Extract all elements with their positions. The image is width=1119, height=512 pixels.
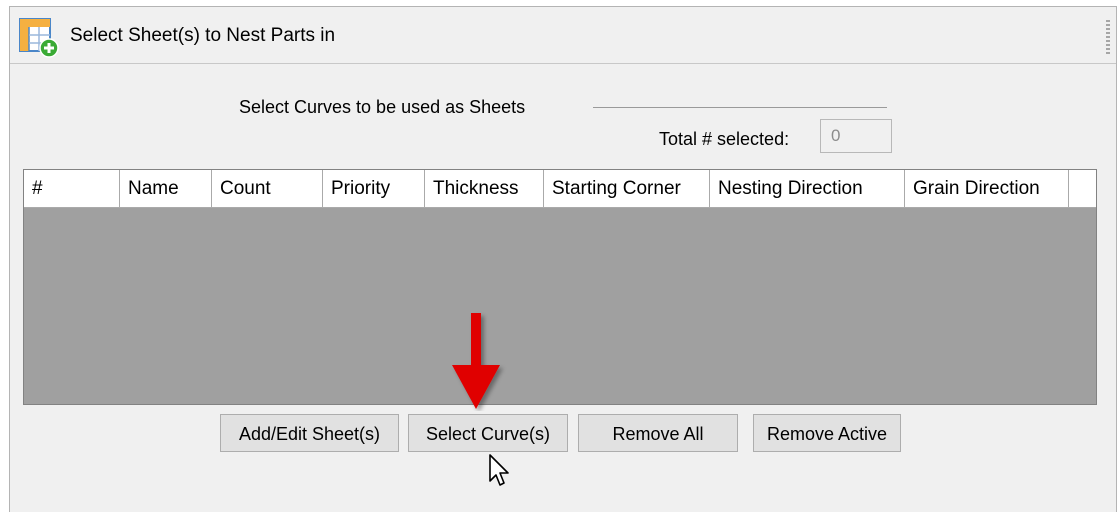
remove-active-button[interactable]: Remove Active	[753, 414, 901, 452]
panel-titlebar[interactable]: Select Sheet(s) to Nest Parts in	[10, 7, 1116, 64]
total-selected-field[interactable]: 0	[820, 119, 892, 153]
separator-line	[593, 107, 887, 108]
column-header-priority[interactable]: Priority	[323, 170, 425, 207]
column-header-name[interactable]: Name	[120, 170, 212, 207]
panel-title: Select Sheet(s) to Nest Parts in	[70, 25, 336, 46]
sheets-table[interactable]: # Name Count Priority Thickness Starting…	[23, 169, 1097, 405]
remove-all-button[interactable]: Remove All	[578, 414, 738, 452]
column-header-nesting-direction[interactable]: Nesting Direction	[710, 170, 905, 207]
table-body-empty[interactable]	[24, 208, 1096, 404]
column-header-starting-corner[interactable]: Starting Corner	[544, 170, 710, 207]
column-header-grain-direction[interactable]: Grain Direction	[905, 170, 1069, 207]
sheet-add-icon	[19, 18, 59, 58]
column-header-count[interactable]: Count	[212, 170, 323, 207]
select-curves-button[interactable]: Select Curve(s)	[408, 414, 568, 452]
column-header-thickness[interactable]: Thickness	[425, 170, 544, 207]
add-edit-sheets-button[interactable]: Add/Edit Sheet(s)	[220, 414, 399, 452]
total-selected-label: Total # selected:	[659, 129, 790, 149]
column-header-number[interactable]: #	[24, 170, 120, 207]
panel-grip-handle[interactable]	[1106, 20, 1110, 54]
table-header: # Name Count Priority Thickness Starting…	[24, 170, 1096, 208]
sheet-selection-panel: Select Sheet(s) to Nest Parts in Select …	[9, 6, 1117, 512]
selection-prompt: Select Curves to be used as Sheets	[239, 97, 526, 117]
red-down-arrow-icon	[452, 313, 500, 409]
mouse-pointer-icon	[489, 454, 509, 486]
